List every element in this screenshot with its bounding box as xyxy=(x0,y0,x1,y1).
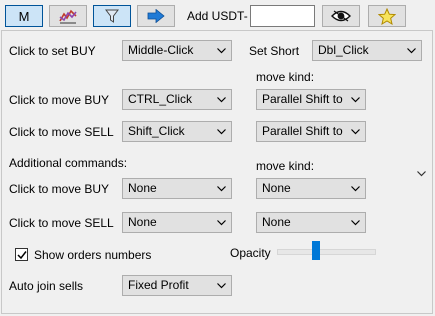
chart-icon xyxy=(59,9,77,24)
add-move-buy-kind-dropdown[interactable]: None xyxy=(256,178,366,199)
move-buy-kind-value: Parallel Shift to xyxy=(262,92,343,106)
show-orders-label: Show orders numbers xyxy=(34,248,152,262)
expand-chevron-button[interactable] xyxy=(417,166,426,180)
move-sell-value: Shift_Click xyxy=(128,124,185,138)
opacity-slider-thumb[interactable] xyxy=(312,241,320,260)
chevron-down-icon xyxy=(406,47,416,53)
checkmark-icon xyxy=(16,250,27,259)
move-buy-dropdown[interactable]: CTRL_Click xyxy=(122,89,232,110)
filter-icon xyxy=(105,9,119,23)
set-buy-value: Middle-Click xyxy=(128,43,194,57)
add-move-sell-kind-value: None xyxy=(262,215,291,229)
star-icon xyxy=(378,7,396,25)
chevron-down-icon xyxy=(350,219,360,225)
usdt-input[interactable] xyxy=(250,5,315,27)
opacity-slider-track xyxy=(277,249,376,255)
add-move-sell-kind-dropdown[interactable]: None xyxy=(256,212,366,233)
auto-join-label: Auto join sells xyxy=(9,279,84,293)
chevron-down-icon xyxy=(350,185,360,191)
star-button[interactable] xyxy=(368,5,406,27)
auto-join-dropdown[interactable]: Fixed Profit xyxy=(122,275,232,296)
filter-button[interactable] xyxy=(93,5,131,27)
add-move-buy-label: Click to move BUY xyxy=(9,182,110,196)
add-usdt-label: Add USDT- xyxy=(187,9,248,23)
set-buy-label: Click to set BUY xyxy=(9,44,96,58)
move-sell-kind-value: Parallel Shift to xyxy=(262,124,343,138)
add-move-buy-kind-value: None xyxy=(262,181,291,195)
eye-icon xyxy=(331,10,351,22)
chevron-down-icon xyxy=(216,96,226,102)
add-move-sell-dropdown[interactable]: None xyxy=(122,212,232,233)
chevron-down-icon xyxy=(350,128,360,134)
chevron-down-icon xyxy=(216,185,226,191)
move-sell-label: Click to move SELL xyxy=(9,125,114,139)
arrow-right-icon xyxy=(147,9,165,23)
move-sell-dropdown[interactable]: Shift_Click xyxy=(122,121,232,142)
chart-button[interactable] xyxy=(49,5,87,27)
move-buy-kind-dropdown[interactable]: Parallel Shift to xyxy=(256,89,366,110)
chevron-down-icon xyxy=(216,47,226,53)
set-short-dropdown[interactable]: Dbl_Click xyxy=(312,40,422,61)
set-short-label: Set Short xyxy=(249,44,300,58)
m-button-label: M xyxy=(18,8,30,24)
auto-join-value: Fixed Profit xyxy=(128,278,189,292)
chevron-down-icon xyxy=(350,96,360,102)
opacity-slider[interactable] xyxy=(277,241,376,263)
chevron-down-icon xyxy=(216,128,226,134)
opacity-label: Opacity xyxy=(230,246,271,260)
add-move-buy-dropdown[interactable]: None xyxy=(122,178,232,199)
additional-commands-label: Additional commands: xyxy=(9,156,128,170)
add-move-sell-value: None xyxy=(128,215,157,229)
eye-button[interactable] xyxy=(322,5,360,27)
move-buy-value: CTRL_Click xyxy=(128,92,193,106)
add-move-buy-value: None xyxy=(128,181,157,195)
set-short-value: Dbl_Click xyxy=(318,43,369,57)
settings-panel: Click to set BUY Middle-Click Set Short … xyxy=(1,30,433,314)
move-buy-label: Click to move BUY xyxy=(9,93,110,107)
m-button[interactable]: M xyxy=(5,5,43,27)
move-sell-kind-dropdown[interactable]: Parallel Shift to xyxy=(256,121,366,142)
set-buy-dropdown[interactable]: Middle-Click xyxy=(122,40,232,61)
chevron-down-icon xyxy=(216,282,226,288)
add-move-sell-label: Click to move SELL xyxy=(9,216,114,230)
arrow-button[interactable] xyxy=(137,5,175,27)
move-kind-label: move kind: xyxy=(256,70,315,84)
show-orders-checkbox[interactable] xyxy=(15,248,28,261)
chevron-down-icon xyxy=(216,219,226,225)
chevron-down-icon xyxy=(417,171,426,177)
move-kind-label-2: move kind: xyxy=(256,159,315,173)
